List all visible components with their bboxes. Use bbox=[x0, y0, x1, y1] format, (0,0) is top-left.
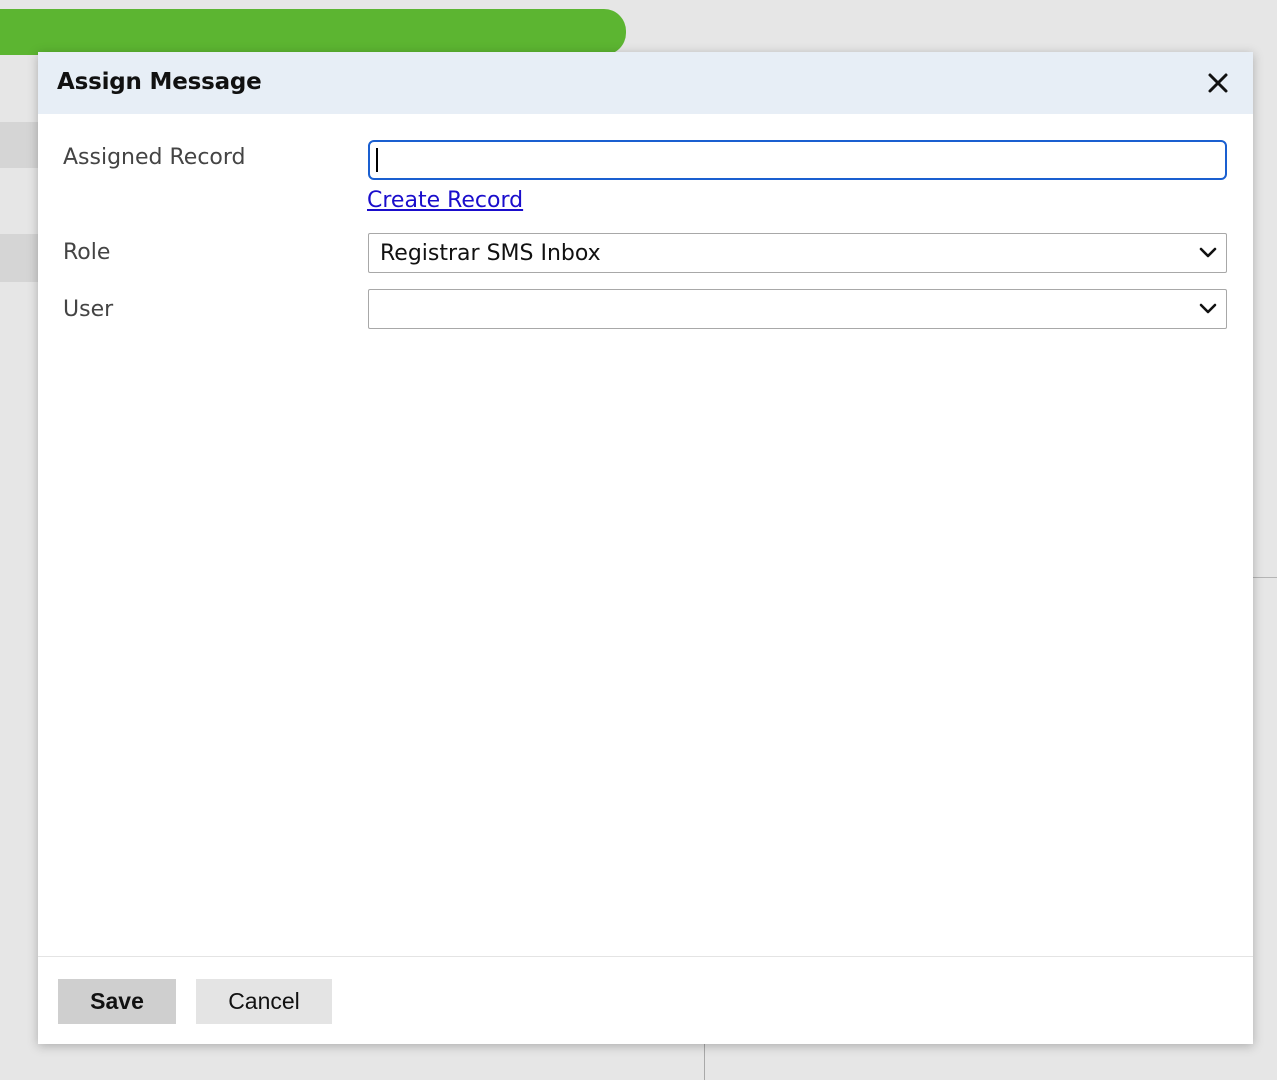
role-select-value: Registrar SMS Inbox bbox=[380, 241, 601, 266]
background-divider bbox=[704, 1044, 705, 1080]
chevron-down-icon bbox=[1199, 247, 1217, 258]
background-panel-fragment bbox=[0, 122, 40, 168]
close-icon bbox=[1208, 73, 1228, 93]
background-header-bar bbox=[0, 9, 626, 55]
text-caret bbox=[376, 148, 378, 172]
save-button[interactable]: Save bbox=[58, 979, 176, 1024]
assigned-record-label: Assigned Record bbox=[63, 145, 246, 170]
dialog-title: Assign Message bbox=[57, 69, 262, 95]
create-record-link[interactable]: Create Record bbox=[367, 188, 523, 213]
role-select[interactable]: Registrar SMS Inbox bbox=[368, 233, 1227, 273]
dialog-footer: Save Cancel bbox=[38, 956, 1253, 1044]
background-divider bbox=[1253, 577, 1277, 578]
assigned-record-input[interactable] bbox=[368, 140, 1227, 180]
role-label: Role bbox=[63, 240, 111, 265]
dialog-header: Assign Message bbox=[38, 52, 1253, 114]
close-button[interactable] bbox=[1201, 66, 1235, 100]
assign-message-dialog: Assign Message Assigned Record Create Re… bbox=[38, 52, 1253, 1044]
user-select[interactable] bbox=[368, 289, 1227, 329]
cancel-button[interactable]: Cancel bbox=[196, 979, 332, 1024]
user-label: User bbox=[63, 297, 114, 322]
chevron-down-icon bbox=[1199, 303, 1217, 314]
background-panel-fragment bbox=[0, 234, 40, 282]
